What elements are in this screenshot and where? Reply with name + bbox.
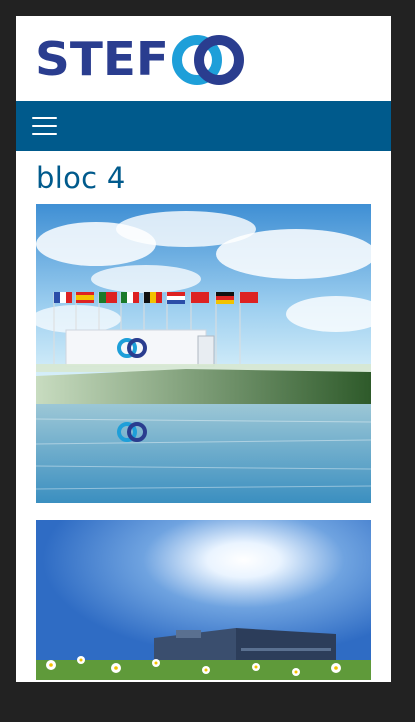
navbar: [16, 101, 391, 151]
page-frame: STEF bloc 4: [16, 16, 391, 682]
warehouse-sunflowers-image: [36, 520, 371, 680]
hamburger-icon[interactable]: [32, 117, 57, 136]
stef-logo[interactable]: STEF: [35, 34, 245, 86]
truck-flags-lake-image: [36, 204, 371, 503]
site-header: STEF: [16, 16, 391, 101]
logo-wordmark: STEF: [35, 34, 169, 86]
main-content: bloc 4: [16, 151, 391, 680]
page-title: bloc 4: [36, 161, 126, 195]
